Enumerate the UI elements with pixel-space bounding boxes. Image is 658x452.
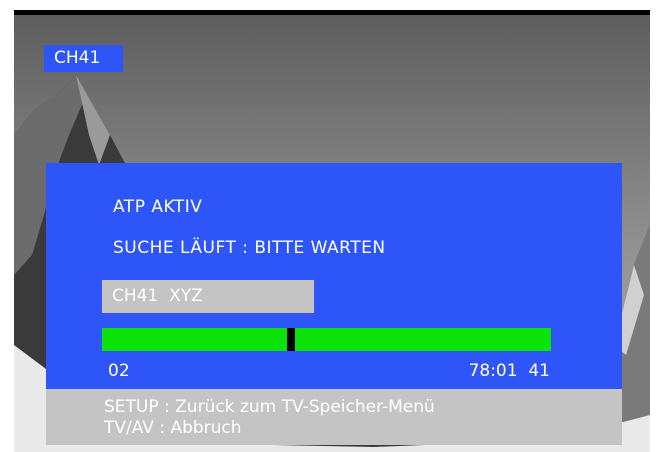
setup-hint: SETUP : Zurück zum TV-Speicher-Menü <box>104 397 435 417</box>
tvav-hint: TV/AV : Abbruch <box>104 418 242 438</box>
tv-screen: CH41 ATP AKTIV SUCHE LÄUFT : BITTE WARTE… <box>0 0 658 452</box>
search-status-text: SUCHE LÄUFT : BITTE WARTEN <box>113 238 386 258</box>
station-name-field: CH41 XYZ <box>102 280 314 313</box>
search-progress-bar <box>102 328 551 351</box>
atp-status-text: ATP AKTIV <box>113 197 203 217</box>
start-channel-label: 02 <box>108 361 130 381</box>
channel-badge: CH41 <box>44 45 123 72</box>
progress-marker <box>287 328 295 351</box>
frequency-channel-label: 78:01 41 <box>468 361 550 381</box>
